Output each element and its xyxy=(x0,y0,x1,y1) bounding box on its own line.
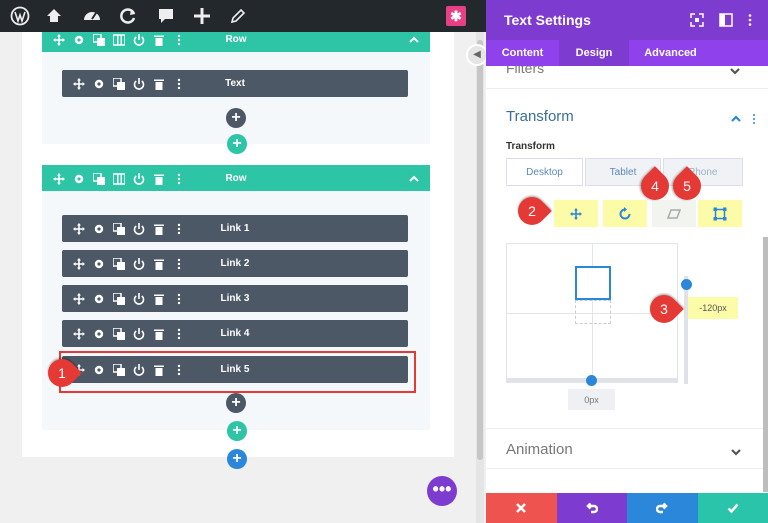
transformed-element-preview[interactable] xyxy=(575,266,611,300)
divider xyxy=(486,468,768,469)
chevron-up-icon[interactable] xyxy=(408,172,420,184)
skew-button[interactable] xyxy=(652,200,696,227)
refresh-icon[interactable] xyxy=(116,4,140,28)
builder-canvas: Row Text + + Row Link 1 Link 2 Link 3 Li… xyxy=(0,32,486,523)
annotation-marker-1: 1 xyxy=(42,353,82,393)
annotation-marker-5: 5 xyxy=(667,166,707,206)
module-label: Link 4 xyxy=(220,328,250,339)
marker-number: 4 xyxy=(651,178,659,194)
save-button[interactable] xyxy=(697,493,768,523)
row-2-header[interactable]: Row xyxy=(42,165,430,191)
module-label: Link 3 xyxy=(220,293,250,304)
tab-content[interactable]: Content xyxy=(486,40,559,66)
marker-number: 2 xyxy=(528,203,536,219)
more-icon[interactable] xyxy=(748,112,760,124)
panel-title: Text Settings xyxy=(504,12,591,28)
close-icon xyxy=(516,503,527,513)
panel-header: Text Settings xyxy=(486,0,768,40)
module-link-4[interactable]: Link 4 xyxy=(62,320,408,347)
edit-icon[interactable] xyxy=(226,4,250,28)
panel-body: Filters Transform Transform Desktop Tabl… xyxy=(486,66,768,493)
transform-label: Transform xyxy=(506,141,555,152)
row-1-title: Row xyxy=(225,33,247,45)
move-icon xyxy=(570,207,582,220)
annotation-marker-2: 2 xyxy=(512,191,552,231)
divi-logo[interactable]: ✱ xyxy=(446,6,466,26)
marker-number: 5 xyxy=(683,178,691,194)
expand-icon[interactable] xyxy=(690,13,704,27)
skew-icon xyxy=(667,208,681,219)
comment-icon[interactable] xyxy=(154,4,178,28)
divider xyxy=(486,88,768,89)
module-link-2[interactable]: Link 2 xyxy=(62,250,408,277)
add-section-button[interactable]: + xyxy=(227,449,247,469)
module-link-1[interactable]: Link 1 xyxy=(62,215,408,242)
add-row-button[interactable]: + xyxy=(227,421,247,441)
check-icon xyxy=(727,503,739,514)
chevron-down-icon[interactable] xyxy=(730,445,742,457)
tab-advanced[interactable]: Advanced xyxy=(629,40,712,66)
more-icon[interactable] xyxy=(743,13,757,27)
annotation-marker-4: 4 xyxy=(635,166,675,206)
translate-y-value[interactable]: -120px xyxy=(688,297,738,319)
plus-icon[interactable] xyxy=(190,4,214,28)
module-label: Text xyxy=(225,78,245,89)
add-row-button[interactable]: + xyxy=(227,134,247,154)
sidebar-icon[interactable] xyxy=(719,13,733,27)
builder-menu-button[interactable]: ••• xyxy=(427,476,457,506)
section-transform[interactable]: Transform xyxy=(506,108,574,125)
marker-number: 3 xyxy=(660,301,668,317)
sitemap-icon[interactable] xyxy=(42,4,66,28)
dashboard-icon[interactable] xyxy=(80,4,104,28)
origin-button[interactable] xyxy=(698,200,742,227)
tab-design[interactable]: Design xyxy=(559,40,629,66)
chevron-down-icon[interactable] xyxy=(729,66,741,76)
add-module-button[interactable]: + xyxy=(226,393,246,413)
translate-y-slider[interactable] xyxy=(684,276,688,384)
translate-x-value[interactable]: 0px xyxy=(568,389,615,410)
original-position-outline xyxy=(575,300,611,324)
section-animation[interactable]: Animation xyxy=(506,441,573,458)
transform-origin-icon xyxy=(713,207,727,220)
rotate-button[interactable] xyxy=(603,200,647,227)
wordpress-icon[interactable] xyxy=(8,4,32,28)
undo-button[interactable] xyxy=(556,493,627,523)
translate-x-handle[interactable] xyxy=(586,375,597,386)
panel-collapse-icon[interactable]: ◀ xyxy=(466,44,488,66)
undo-icon xyxy=(585,502,598,514)
add-module-button[interactable]: + xyxy=(226,108,246,128)
device-tab-desktop[interactable]: Desktop xyxy=(506,158,583,186)
panel-footer xyxy=(486,493,768,523)
module-link-3[interactable]: Link 3 xyxy=(62,285,408,312)
module-label: Link 2 xyxy=(220,258,250,269)
translate-y-handle[interactable] xyxy=(681,279,692,290)
redo-button[interactable] xyxy=(627,493,698,523)
annotation-marker-3: 3 xyxy=(644,289,684,329)
divider xyxy=(486,428,768,429)
redo-icon xyxy=(656,502,669,514)
module-label: Link 1 xyxy=(220,223,250,234)
highlight-box-link-5 xyxy=(59,351,416,393)
page-section: Row Text + + Row Link 1 Link 2 Link 3 Li… xyxy=(22,32,454,469)
settings-panel: Text Settings Content Design Advanced Fi… xyxy=(486,0,768,523)
row-1-header[interactable]: Row xyxy=(42,32,430,52)
row-2-title: Row xyxy=(225,172,247,184)
chevron-up-icon[interactable] xyxy=(730,112,742,124)
rotate-icon xyxy=(619,206,631,219)
panel-tabs: Content Design Advanced xyxy=(486,40,768,66)
section-filters[interactable]: Filters xyxy=(506,66,544,76)
chevron-up-icon[interactable] xyxy=(408,33,420,45)
row-1[interactable]: Row Text + xyxy=(42,32,430,144)
admin-toolbar: ✱ xyxy=(0,0,486,32)
translate-button[interactable] xyxy=(554,200,598,227)
panel-scrollbar[interactable] xyxy=(763,237,768,492)
canvas-scrollbar-thumb[interactable] xyxy=(477,40,483,460)
discard-button[interactable] xyxy=(486,493,557,523)
marker-number: 1 xyxy=(58,365,66,381)
module-text[interactable]: Text xyxy=(62,70,408,97)
